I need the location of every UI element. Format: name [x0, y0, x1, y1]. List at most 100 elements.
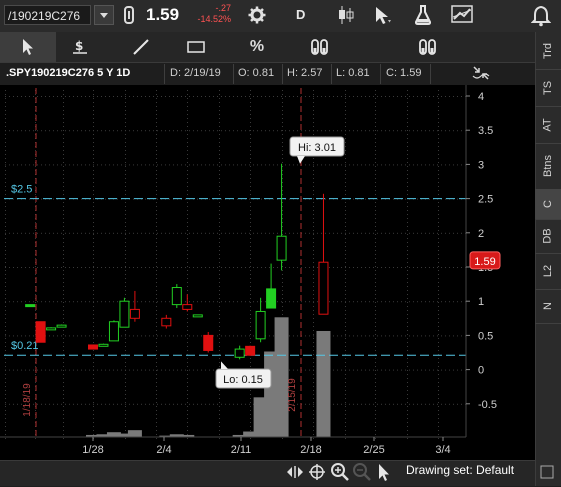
gear-icon[interactable] — [248, 6, 266, 29]
grid-dot — [353, 232, 354, 234]
grid-dot — [345, 134, 346, 135]
drawing-set-label[interactable]: Drawing set: Default — [406, 463, 514, 477]
strategy-tool-button[interactable] — [400, 32, 456, 62]
pan-arrows-icon[interactable] — [286, 464, 304, 485]
grid-dot — [181, 403, 182, 405]
grid-dot — [77, 164, 78, 166]
grid-dot — [375, 158, 376, 159]
last-price: 1.59 — [146, 5, 180, 24]
grid-dot — [63, 238, 64, 239]
grid-dot — [97, 335, 98, 337]
grid-dot — [289, 96, 290, 97]
grid-dot — [93, 410, 94, 411]
grid-dot — [445, 267, 446, 268]
collapse-icon[interactable] — [471, 64, 491, 87]
grid-dot — [61, 232, 62, 234]
grid-dot — [221, 403, 222, 405]
pointer-tool-button[interactable] — [0, 32, 56, 62]
side-tab-at[interactable]: AT — [535, 106, 561, 144]
candle-body — [35, 321, 46, 343]
grid-dot — [233, 267, 234, 268]
side-tab-ts[interactable]: TS — [535, 69, 561, 107]
grid-dot — [250, 186, 251, 187]
grid-dot — [33, 335, 34, 337]
grid-dot — [289, 198, 290, 200]
grid-dot — [375, 218, 376, 219]
grid-dot — [229, 164, 230, 166]
grid-dot — [187, 318, 188, 319]
grid-dot — [250, 122, 251, 123]
grid-dot — [301, 301, 302, 303]
grid-dot — [407, 226, 408, 227]
grid-dot — [361, 301, 362, 303]
grid-dot — [153, 96, 154, 97]
period-button[interactable]: D — [296, 7, 305, 22]
grid-dot — [282, 122, 283, 123]
grid-dot — [345, 178, 346, 179]
flask-icon[interactable] — [413, 4, 433, 31]
side-tab-n[interactable]: N — [535, 289, 561, 324]
grid-dot — [369, 369, 370, 371]
bell-icon[interactable] — [530, 5, 552, 32]
grid-dot — [5, 342, 6, 343]
grid-dot — [417, 96, 418, 97]
rectangle-tool-button[interactable] — [168, 32, 224, 62]
grid-dot — [187, 386, 188, 387]
grid-dot — [85, 267, 86, 268]
grid-dot — [201, 335, 202, 337]
grid-dot — [93, 222, 94, 223]
grid-dot — [187, 222, 188, 223]
grid-dot — [93, 206, 94, 207]
grid-dot — [156, 166, 157, 167]
cursor-tool-icon[interactable] — [373, 5, 393, 30]
grid-dot — [375, 234, 376, 235]
drawing-tool-icon[interactable] — [451, 5, 475, 30]
grid-dot — [63, 430, 64, 431]
trendline-tool-button[interactable] — [113, 32, 169, 62]
grid-dot — [250, 170, 251, 171]
candle-style-icon[interactable] — [337, 5, 355, 30]
study-tool-button[interactable] — [292, 32, 348, 62]
grid-dot — [219, 334, 220, 335]
grid-dot — [429, 198, 430, 200]
grid-dot — [77, 96, 78, 97]
grid-dot — [5, 232, 6, 234]
side-tab-l2[interactable]: L2 — [535, 253, 561, 290]
grid-dot — [282, 110, 283, 111]
grid-dot — [125, 234, 126, 235]
grid-dot — [257, 301, 258, 303]
grid-dot — [113, 130, 114, 132]
corner-grip-icon[interactable] — [540, 465, 554, 484]
grid-dot — [282, 170, 283, 171]
zoom-out-icon[interactable] — [352, 462, 372, 487]
price-chart[interactable]: 1/18/192/15/19 $2.5$0.21 43.532.521.510.… — [0, 85, 535, 460]
grid-dot — [217, 267, 218, 268]
grid-dot — [445, 96, 446, 97]
side-tab-btns[interactable]: Btns — [535, 143, 561, 190]
grid-dot — [5, 370, 6, 371]
price-tool-button[interactable]: $ — [52, 32, 108, 62]
grid-dot — [189, 369, 190, 371]
zoom-in-icon[interactable] — [330, 462, 350, 487]
symbol-input[interactable]: /190219C276 — [4, 5, 91, 25]
grid-dot — [35, 130, 36, 131]
side-tab-db[interactable]: DB — [535, 219, 561, 254]
grid-dot — [29, 198, 30, 200]
side-tab-trd[interactable]: Trd — [535, 32, 561, 70]
crosshair-icon[interactable] — [308, 463, 326, 486]
symbol-dropdown-button[interactable] — [94, 5, 114, 25]
grid-dot — [29, 369, 30, 371]
grid-dot — [63, 378, 64, 379]
side-tab-c[interactable]: C — [535, 189, 561, 220]
drawing-cursor-icon[interactable] — [376, 462, 392, 487]
link-icon[interactable] — [123, 6, 135, 29]
grid-dot — [113, 267, 114, 268]
grid-dot — [33, 232, 34, 234]
grid-dot — [407, 278, 408, 279]
grid-dot — [407, 434, 408, 435]
grid-dot — [85, 96, 86, 97]
percent-tool-button[interactable]: % — [229, 32, 285, 62]
grid-dot — [345, 294, 346, 295]
grid-dot — [405, 130, 406, 132]
grid-dot — [429, 369, 430, 371]
